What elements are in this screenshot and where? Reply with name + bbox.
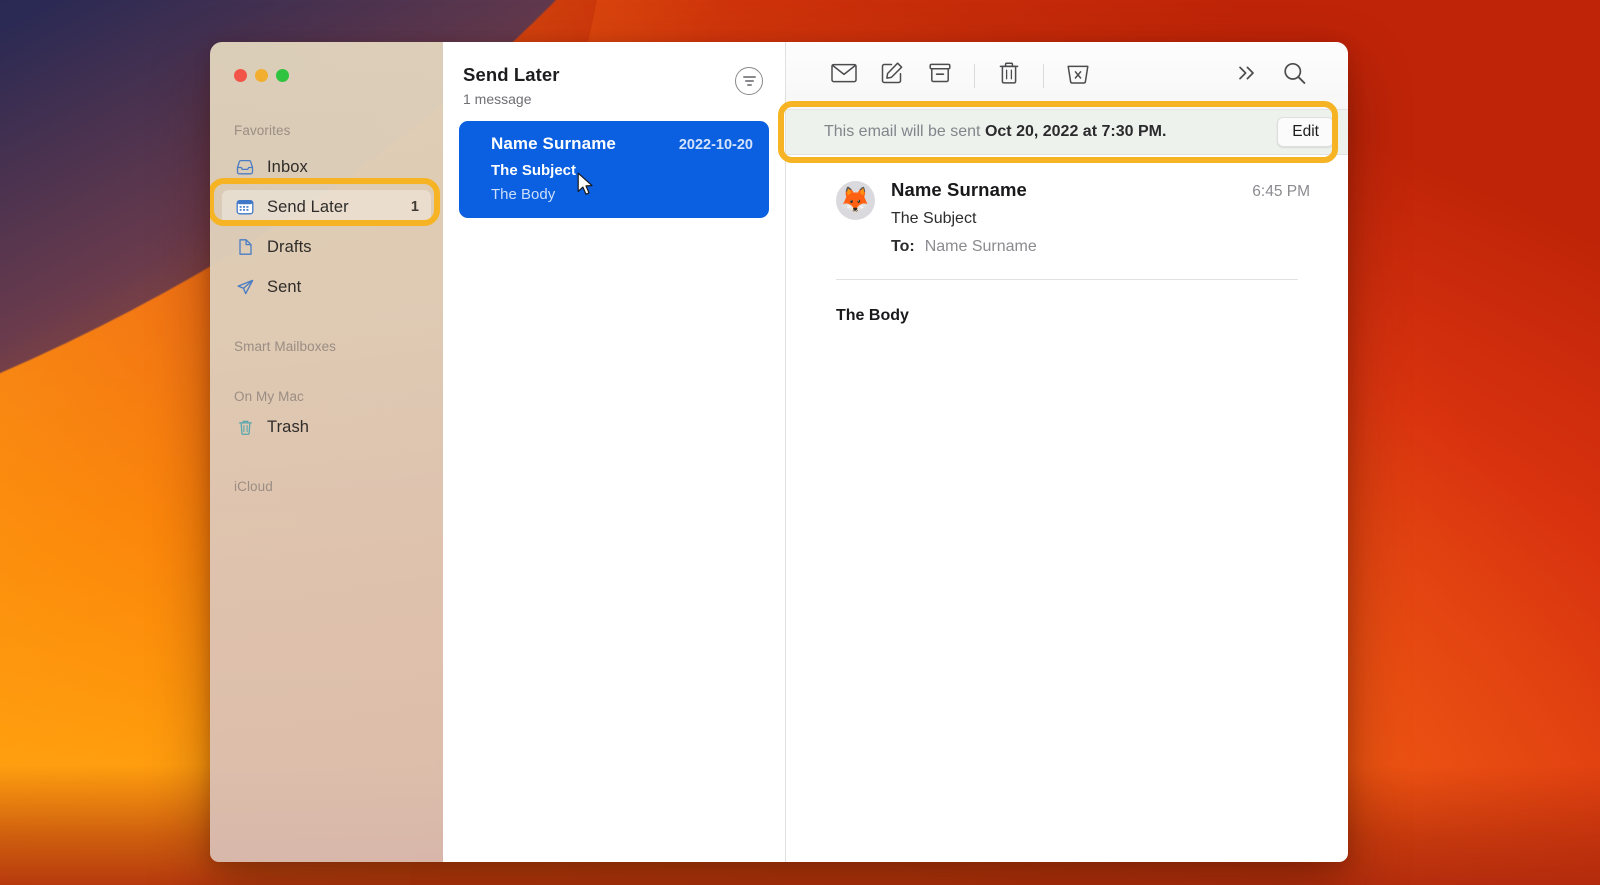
zoom-button[interactable] (276, 69, 289, 82)
mail-window: Favorites Inbox Send Later 1 Drafts Sent… (210, 42, 1348, 862)
sidebar: Favorites Inbox Send Later 1 Drafts Sent… (210, 42, 443, 862)
inbox-tray-icon (234, 156, 256, 178)
message-list-count: 1 message (463, 91, 532, 107)
mail-toolbar (786, 42, 1348, 110)
archive-box-icon (928, 62, 952, 89)
paper-plane-icon (234, 276, 256, 298)
edit-schedule-button[interactable]: Edit (1277, 117, 1334, 147)
sidebar-section-smart-mailboxes: Smart Mailboxes (234, 339, 337, 354)
email-to-value[interactable]: Name Surname (925, 238, 1037, 255)
trash-icon (234, 416, 256, 438)
message-date: 2022-10-20 (678, 137, 753, 153)
compose-button[interactable] (868, 59, 916, 93)
document-icon (234, 236, 256, 258)
email-subject: The Subject (891, 210, 977, 227)
compose-pencil-icon (880, 61, 904, 90)
message-preview: The Body (491, 186, 556, 203)
banner-scheduled-time: Oct 20, 2022 at 7:30 PM. (984, 123, 1167, 140)
sidebar-item-inbox[interactable]: Inbox (222, 150, 431, 184)
envelope-icon (831, 63, 857, 88)
sidebar-item-drafts[interactable]: Drafts (222, 230, 431, 264)
message-list-item[interactable]: Name Surname 2022-10-20 The Subject The … (459, 121, 769, 218)
toolbar-divider (1043, 63, 1044, 88)
email-body: The Body (836, 307, 909, 324)
message-list-header: Send Later 1 message (443, 42, 785, 107)
message-subject: The Subject (491, 162, 577, 179)
avatar: 🦊 (836, 181, 875, 220)
window-traffic-lights (210, 42, 443, 82)
email-timestamp: 6:45 PM (1252, 183, 1310, 200)
close-button[interactable] (234, 69, 247, 82)
reading-pane: This email will be sent Oct 20, 2022 at … (778, 42, 1348, 862)
mark-unread-button[interactable] (820, 59, 868, 93)
trash-x-icon (1066, 62, 1090, 90)
sidebar-item-label: Send Later (267, 197, 349, 216)
email-header: 🦊 Name Surname 6:45 PM The Subject To: Na… (786, 155, 1348, 256)
scheduled-send-banner: This email will be sent Oct 20, 2022 at … (786, 110, 1348, 155)
more-button[interactable] (1222, 59, 1270, 93)
archive-button[interactable] (916, 59, 964, 93)
sidebar-section-on-my-mac: On My Mac (234, 389, 304, 404)
delete-button[interactable] (985, 59, 1033, 93)
sidebar-item-label: Sent (267, 277, 302, 296)
junk-button[interactable] (1054, 59, 1102, 93)
banner-prefix: This email will be sent (824, 123, 985, 140)
scheduled-send-text: This email will be sent Oct 20, 2022 at … (824, 123, 1277, 141)
sidebar-section-favorites: Favorites (234, 123, 291, 138)
sidebar-item-label: Trash (267, 417, 310, 436)
toolbar-divider (974, 63, 975, 88)
sidebar-section-icloud: iCloud (234, 479, 273, 494)
search-button[interactable] (1270, 59, 1318, 93)
sidebar-item-badge: 1 (410, 199, 419, 215)
trash-icon (998, 61, 1020, 90)
calendar-icon (234, 196, 256, 218)
sidebar-item-label: Drafts (267, 237, 312, 256)
scheduled-send-banner-wrap: This email will be sent Oct 20, 2022 at … (778, 101, 1348, 163)
message-list-pane: Send Later 1 message Name Surname 2022-1… (443, 42, 786, 862)
double-chevron-right-icon (1234, 63, 1258, 88)
email-to-label: To: (891, 238, 915, 255)
sidebar-item-trash[interactable]: Trash (222, 410, 431, 444)
search-icon (1282, 61, 1307, 91)
message-sender: Name Surname (491, 134, 616, 153)
sidebar-item-send-later[interactable]: Send Later 1 (222, 190, 431, 224)
message-list-title: Send Later (463, 64, 560, 85)
email-recipient-row: To: Name Surname (891, 238, 1310, 256)
email-sender-name: Name Surname (891, 179, 1027, 200)
filter-lines-icon[interactable] (735, 67, 763, 95)
sidebar-item-label: Inbox (267, 157, 308, 176)
sidebar-item-sent[interactable]: Sent (222, 270, 431, 304)
minimize-button[interactable] (255, 69, 268, 82)
